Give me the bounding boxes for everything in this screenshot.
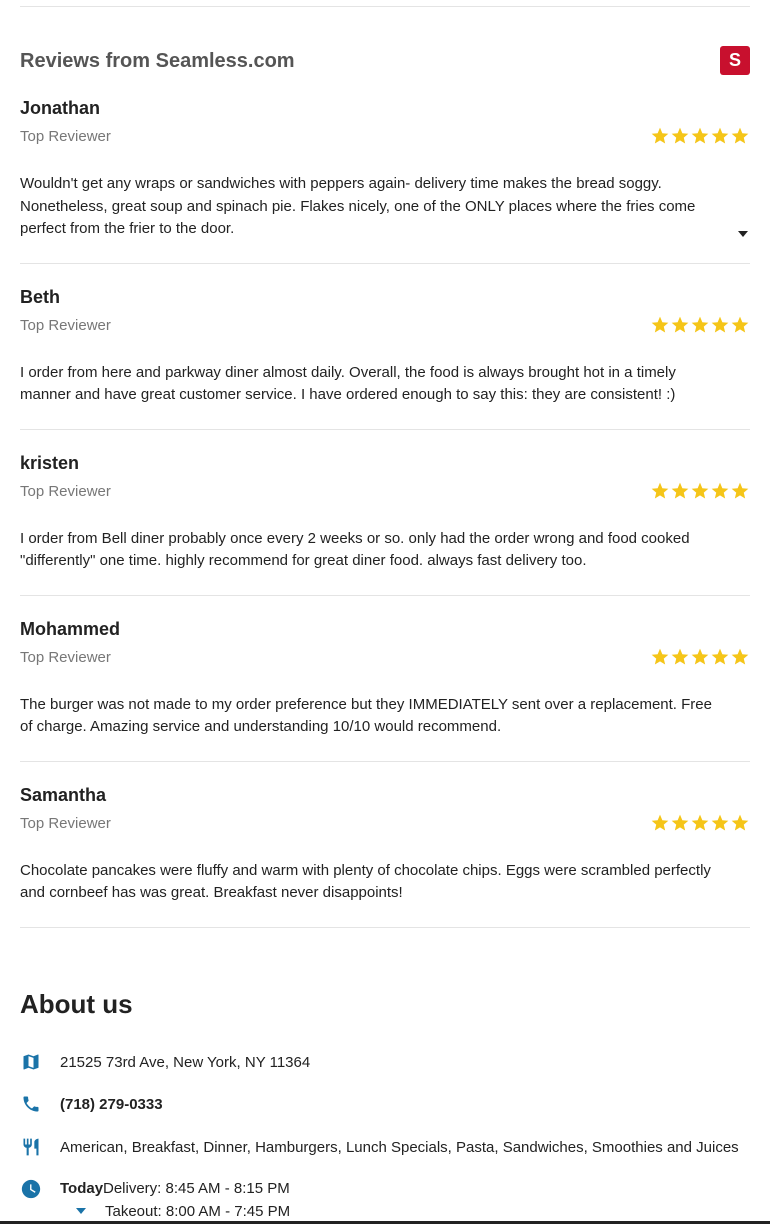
reviewer-badge: Top Reviewer	[20, 128, 111, 145]
utensils-icon	[20, 1136, 42, 1158]
star-rating	[650, 813, 750, 833]
hours-row: Today Delivery: 8:45 AM - 8:15 PM Takeou…	[20, 1178, 420, 1224]
star-icon	[691, 127, 709, 144]
reviewer-badge: Top Reviewer	[20, 316, 111, 334]
star-icon	[731, 814, 749, 830]
review-card: Mohammed Top Reviewer The burger was not…	[20, 618, 750, 762]
star-icon	[731, 316, 749, 332]
review-text: Wouldn't get any wraps or sandwiches wit…	[20, 175, 696, 237]
review-card: kristen Top Reviewer I order from Bell d…	[20, 452, 750, 596]
section-divider	[20, 6, 750, 7]
cuisines-text: American, Breakfast, Dinner, Hamburgers,…	[60, 1138, 739, 1156]
hours-today-label: Today	[60, 1180, 104, 1197]
star-icon	[651, 648, 669, 664]
expand-caret-icon[interactable]	[738, 230, 748, 237]
reviewer-name: Samantha	[20, 784, 107, 805]
cuisines-row: American, Breakfast, Dinner, Hamburgers,…	[20, 1135, 750, 1159]
reviewer-name: Jonathan	[20, 98, 101, 118]
star-icon	[651, 316, 669, 332]
address-text[interactable]: 21525 73rd Ave, New York, NY 11364	[60, 1054, 310, 1071]
star-icon	[691, 648, 709, 664]
reviews-header: Reviews from Seamless.com S	[20, 46, 750, 76]
clock-icon	[20, 1178, 42, 1200]
star-icon	[671, 482, 689, 498]
review-card: Jonathan Top Reviewer Wouldn't get any w…	[20, 97, 750, 264]
review-text: I order from Bell diner probably once ev…	[20, 529, 690, 570]
star-icon	[651, 482, 669, 498]
reviews-list: Jonathan Top Reviewer Wouldn't get any w…	[20, 97, 750, 950]
star-rating	[650, 126, 750, 146]
phone-icon	[20, 1093, 42, 1115]
address-row: 21525 73rd Ave, New York, NY 11364	[20, 1050, 750, 1074]
star-icon	[691, 814, 709, 830]
star-icon	[711, 316, 729, 332]
star-icon	[671, 127, 689, 144]
star-icon	[711, 648, 729, 664]
star-icon	[731, 648, 749, 664]
reviews-title: Reviews from Seamless.com	[20, 50, 295, 72]
star-icon	[671, 648, 689, 664]
reviewer-badge: Top Reviewer	[20, 814, 111, 832]
star-icon	[691, 316, 709, 332]
hours-expand-caret-icon[interactable]	[76, 1208, 86, 1214]
review-text: Chocolate pancakes were fluffy and warm …	[20, 861, 711, 902]
star-icon	[711, 814, 729, 830]
phone-link[interactable]: (718) 279-0333	[60, 1096, 163, 1113]
star-rating	[650, 315, 750, 335]
review-card: Beth Top Reviewer I order from here and …	[20, 286, 750, 430]
star-icon	[671, 316, 689, 332]
star-icon	[711, 482, 729, 498]
star-rating	[650, 647, 750, 667]
star-icon	[651, 127, 669, 144]
star-icon	[731, 127, 749, 144]
star-icon	[691, 482, 709, 498]
reviewer-name: Beth	[20, 286, 60, 307]
review-card: Samantha Top Reviewer Chocolate pancakes…	[20, 784, 750, 928]
about-title: About us	[20, 989, 133, 1019]
seamless-logo[interactable]: S	[720, 46, 750, 75]
review-text: I order from here and parkway diner almo…	[20, 363, 676, 404]
review-text: The burger was not made to my order pref…	[20, 695, 712, 736]
reviewer-name: Mohammed	[20, 618, 121, 639]
reviewer-badge: Top Reviewer	[20, 482, 111, 500]
takeout-hours: Takeout: 8:00 AM - 7:45 PM	[105, 1203, 291, 1220]
delivery-hours: Delivery: 8:45 AM - 8:15 PM	[103, 1180, 290, 1197]
reviewer-badge: Top Reviewer	[20, 648, 111, 666]
reviewer-name: kristen	[20, 452, 80, 473]
map-icon	[20, 1051, 42, 1073]
star-rating	[650, 481, 750, 501]
star-icon	[731, 482, 749, 498]
phone-row: (718) 279-0333	[20, 1092, 750, 1116]
star-icon	[651, 814, 669, 830]
star-icon	[671, 814, 689, 830]
star-icon	[711, 127, 729, 144]
